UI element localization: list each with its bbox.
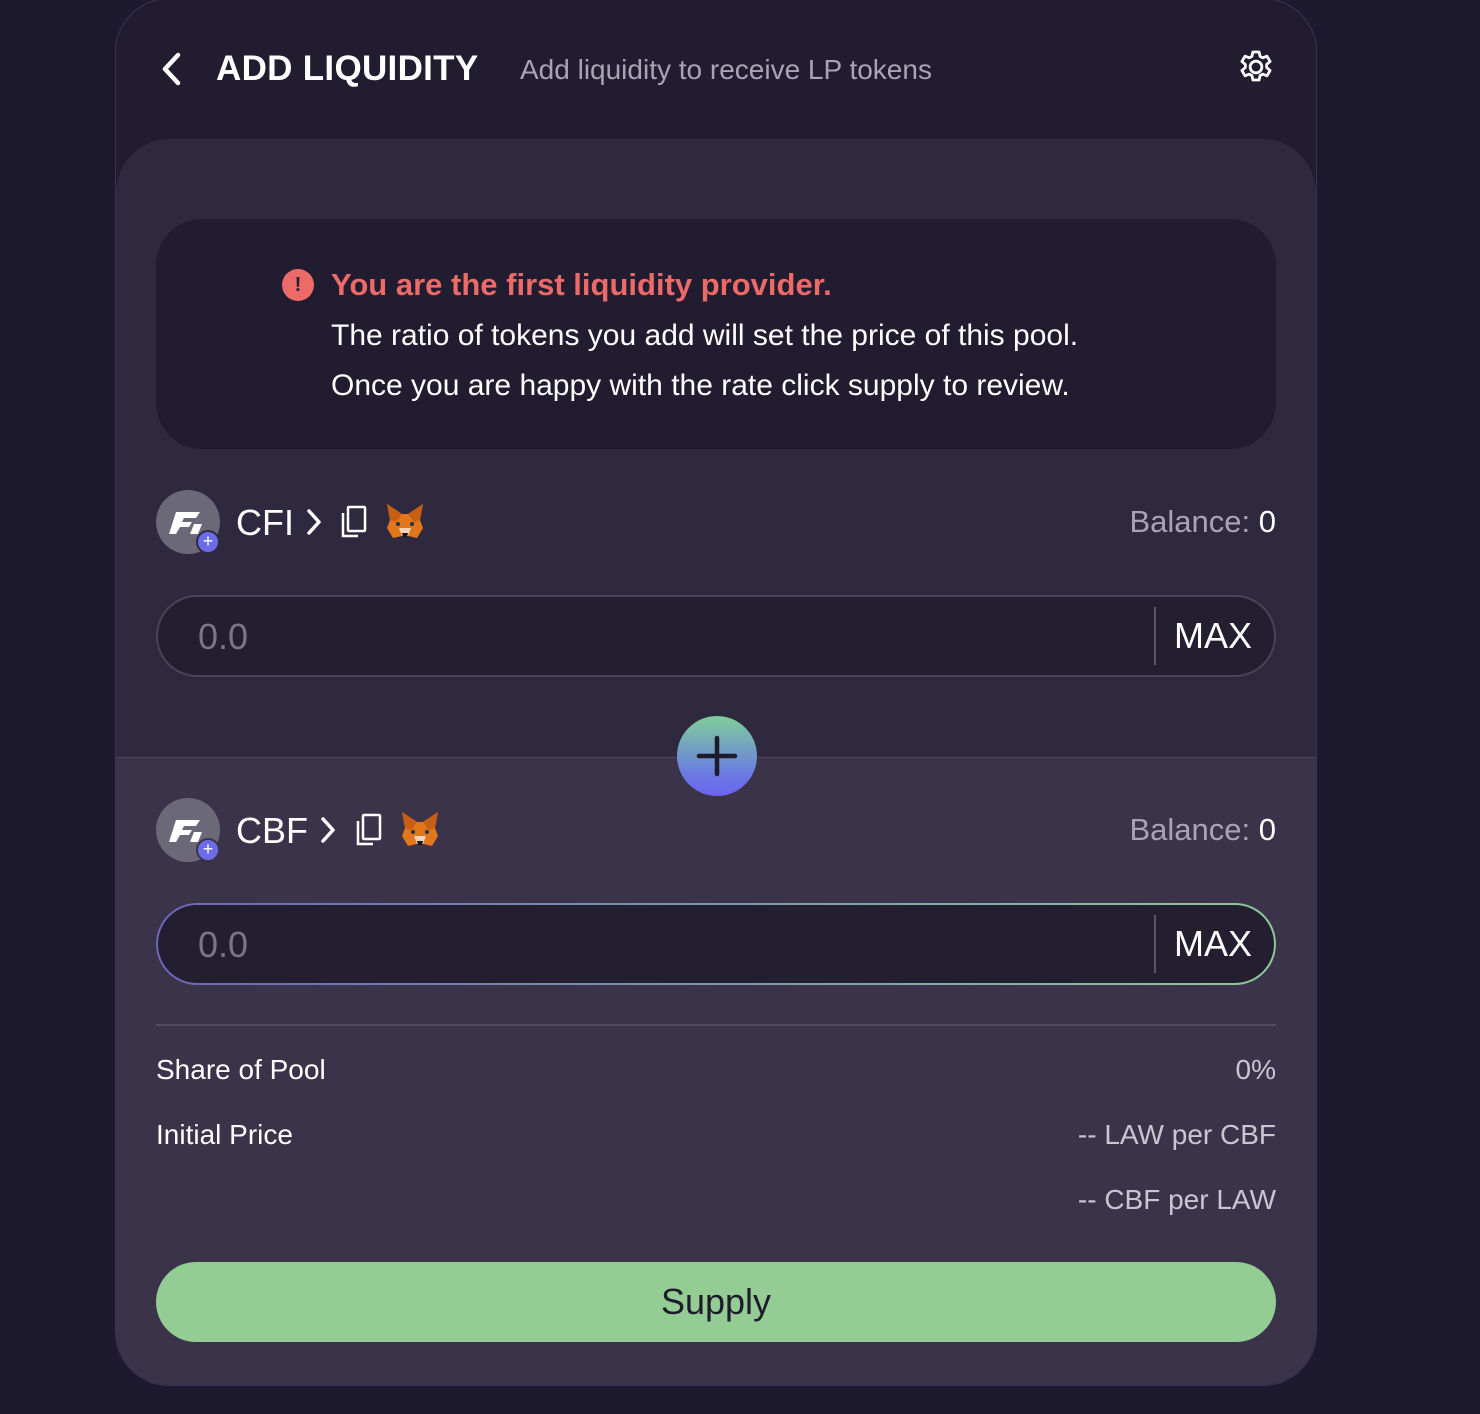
info-divider <box>156 1024 1276 1026</box>
add-token-icon[interactable]: + <box>196 530 220 554</box>
back-button[interactable] <box>154 47 190 91</box>
notice-line-1: The ratio of tokens you add will set the… <box>331 319 1079 352</box>
gear-icon <box>1240 50 1272 82</box>
notice-title: You are the first liquidity provider. <box>331 267 832 302</box>
page-title: ADD LIQUIDITY <box>216 49 479 88</box>
notice-line-2: Once you are happy with the rate click s… <box>331 369 1070 402</box>
token-b-amount-input[interactable] <box>198 923 1098 967</box>
amount-divider <box>1154 607 1156 665</box>
add-liquidity-card: ADD LIQUIDITY Add liquidity to receive L… <box>115 0 1317 1386</box>
metamask-fox-icon[interactable] <box>384 502 426 542</box>
add-pair-indicator <box>677 716 757 796</box>
header: ADD LIQUIDITY Add liquidity to receive L… <box>116 0 1316 139</box>
token-a-amount-input[interactable] <box>198 615 1098 659</box>
token-a-max-button[interactable]: MAX <box>1174 615 1252 657</box>
page-subtitle: Add liquidity to receive LP tokens <box>520 54 932 85</box>
balance-label: Balance: <box>1129 504 1251 539</box>
alert-icon: ! <box>282 269 314 301</box>
token-b-logo[interactable]: + <box>156 798 220 862</box>
settings-button[interactable] <box>1234 45 1278 89</box>
token-b-row: + CBF Balance: 0 <box>156 798 1276 862</box>
add-token-icon[interactable]: + <box>196 838 220 862</box>
plus-icon <box>696 735 738 777</box>
first-provider-notice: ! You are the first liquidity provider. … <box>156 219 1276 449</box>
copy-icon[interactable] <box>354 812 384 848</box>
token-a-symbol[interactable]: CFI <box>236 502 294 544</box>
balance-value: 0 <box>1258 812 1276 847</box>
token-b-amount-field: MAX <box>156 903 1276 985</box>
token-a-balance: Balance: 0 <box>1129 504 1276 540</box>
token-a-amount-field: MAX <box>156 595 1276 677</box>
supply-button[interactable]: Supply <box>156 1262 1276 1342</box>
share-of-pool-value: 0% <box>1235 1054 1276 1085</box>
chevron-right-icon[interactable] <box>318 815 338 845</box>
token-b-max-button[interactable]: MAX <box>1174 923 1252 965</box>
token-b-balance: Balance: 0 <box>1129 812 1276 848</box>
share-of-pool-label: Share of Pool <box>156 1054 326 1085</box>
balance-value: 0 <box>1258 504 1276 539</box>
initial-price-label: Initial Price <box>156 1119 293 1150</box>
metamask-fox-icon[interactable] <box>399 810 441 850</box>
balance-label: Balance: <box>1129 812 1251 847</box>
copy-icon[interactable] <box>339 504 369 540</box>
amount-divider <box>1154 915 1156 973</box>
chevron-right-icon[interactable] <box>304 507 324 537</box>
initial-price-value-2: -- CBF per LAW <box>1077 1184 1276 1215</box>
token-a-logo[interactable]: + <box>156 490 220 554</box>
chevron-left-icon <box>162 52 181 86</box>
initial-price-value-1: -- LAW per CBF <box>1077 1119 1276 1150</box>
token-a-row: + CFI Balance: 0 <box>156 490 1276 554</box>
token-b-symbol[interactable]: CBF <box>236 810 308 852</box>
